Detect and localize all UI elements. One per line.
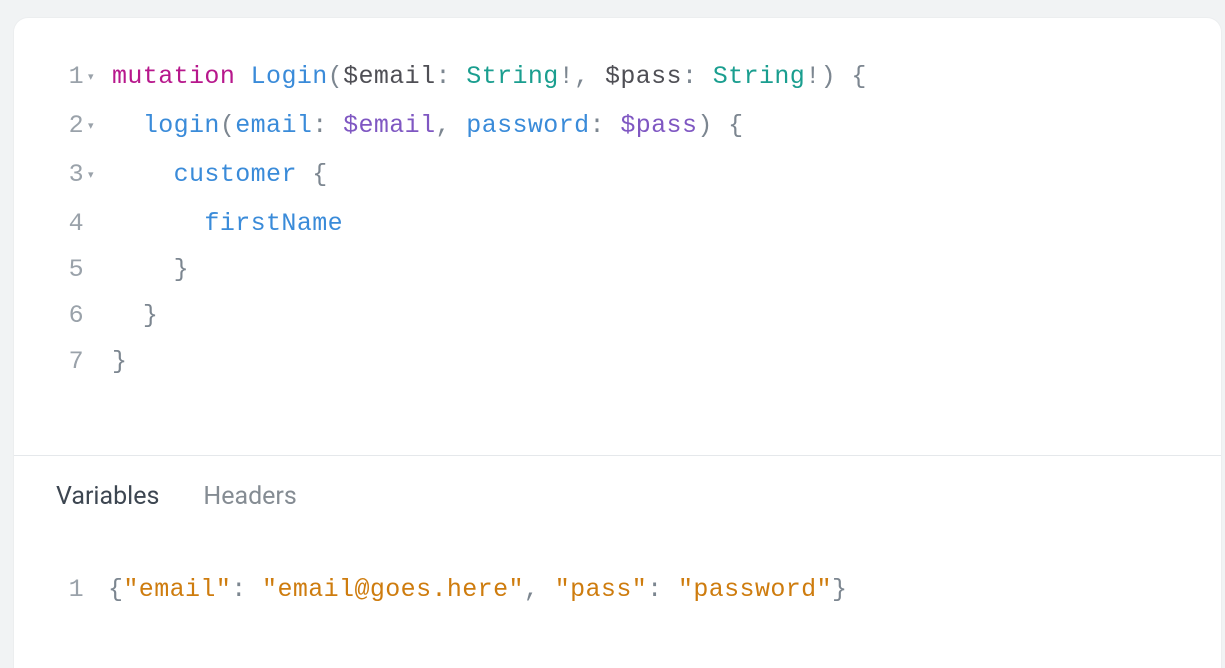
query-editor[interactable]: 1▾mutation Login($email: String!, $pass:…	[14, 18, 1221, 385]
code-content[interactable]: }	[108, 293, 158, 339]
code-token	[697, 62, 712, 91]
code-content[interactable]: mutation Login($email: String!, $pass: S…	[108, 54, 867, 100]
code-token: String	[466, 62, 558, 91]
code-token	[112, 160, 174, 189]
code-token: ,	[435, 111, 450, 140]
json-token: "email"	[123, 575, 231, 604]
code-line: 1▾mutation Login($email: String!, $pass:…	[14, 54, 1221, 103]
code-token: )	[821, 62, 836, 91]
code-content[interactable]: firstName	[108, 201, 343, 247]
code-token	[590, 62, 605, 91]
code-content[interactable]: }	[108, 247, 189, 293]
line-number: 6	[14, 293, 88, 339]
code-token: {	[851, 62, 866, 91]
json-token	[539, 575, 554, 604]
fold-toggle-icon[interactable]: ▾	[88, 54, 108, 100]
code-token: $email	[343, 111, 435, 140]
tab-variables[interactable]: Variables	[56, 482, 159, 511]
code-token: :	[682, 62, 697, 91]
code-line: 3▾ customer {	[14, 152, 1221, 201]
code-token: }	[112, 347, 127, 376]
code-token: Login	[251, 62, 328, 91]
code-token: )	[697, 111, 712, 140]
code-token: :	[435, 62, 450, 91]
code-token: {	[728, 111, 743, 140]
json-token: "email@goes.here"	[262, 575, 524, 604]
line-number: 3	[14, 152, 88, 198]
code-token	[112, 255, 174, 284]
code-token	[297, 160, 312, 189]
code-token: $email	[343, 62, 435, 91]
code-token: firstName	[204, 209, 343, 238]
code-token: String	[713, 62, 805, 91]
code-token	[112, 209, 204, 238]
variables-line: 1 {"email": "email@goes.here", "pass": "…	[14, 567, 1221, 613]
code-token	[328, 111, 343, 140]
code-token: (	[328, 62, 343, 91]
json-token: {	[108, 575, 123, 604]
code-token	[713, 111, 728, 140]
code-line: 2▾ login(email: $email, password: $pass)…	[14, 103, 1221, 152]
code-content[interactable]: login(email: $email, password: $pass) {	[108, 103, 744, 149]
json-token	[247, 575, 262, 604]
variables-editor[interactable]: 1 {"email": "email@goes.here", "pass": "…	[14, 511, 1221, 613]
json-token: "pass"	[555, 575, 647, 604]
lower-pane-tabs: Variables Headers	[14, 456, 1221, 511]
code-token: !	[559, 62, 574, 91]
code-token: ,	[574, 62, 589, 91]
code-token	[112, 111, 143, 140]
json-token: :	[647, 575, 662, 604]
json-token: :	[231, 575, 246, 604]
code-line: 5 }	[14, 247, 1221, 293]
code-token: {	[312, 160, 327, 189]
code-token: login	[143, 111, 220, 140]
line-number: 2	[14, 103, 88, 149]
code-token: customer	[174, 160, 297, 189]
line-number: 4	[14, 201, 88, 247]
code-token: password	[466, 111, 589, 140]
line-number: 7	[14, 339, 88, 385]
json-token: }	[832, 575, 847, 604]
code-token: }	[174, 255, 189, 284]
tab-headers[interactable]: Headers	[203, 482, 296, 511]
code-token	[836, 62, 851, 91]
code-token: :	[590, 111, 605, 140]
code-token: !	[805, 62, 820, 91]
line-number: 1	[14, 54, 88, 100]
variables-content[interactable]: {"email": "email@goes.here", "pass": "pa…	[84, 567, 847, 613]
code-token: $pass	[620, 111, 697, 140]
code-token: :	[312, 111, 327, 140]
code-line: 6 }	[14, 293, 1221, 339]
code-line: 7}	[14, 339, 1221, 385]
line-number: 1	[14, 567, 84, 613]
json-token: ,	[524, 575, 539, 604]
code-content[interactable]: customer {	[108, 152, 328, 198]
code-content[interactable]: }	[108, 339, 127, 385]
fold-toggle-icon[interactable]: ▾	[88, 103, 108, 149]
code-token: $pass	[605, 62, 682, 91]
line-number: 5	[14, 247, 88, 293]
code-token	[451, 111, 466, 140]
json-token	[663, 575, 678, 604]
code-token: }	[143, 301, 158, 330]
fold-toggle-icon[interactable]: ▾	[88, 152, 108, 198]
code-token: mutation	[112, 62, 235, 91]
code-token	[235, 62, 250, 91]
code-line: 4 firstName	[14, 201, 1221, 247]
code-token	[112, 301, 143, 330]
graphql-playground-card: 1▾mutation Login($email: String!, $pass:…	[14, 18, 1221, 668]
code-token	[451, 62, 466, 91]
json-token: "password"	[678, 575, 832, 604]
code-token	[605, 111, 620, 140]
code-token: email	[235, 111, 312, 140]
code-token: (	[220, 111, 235, 140]
